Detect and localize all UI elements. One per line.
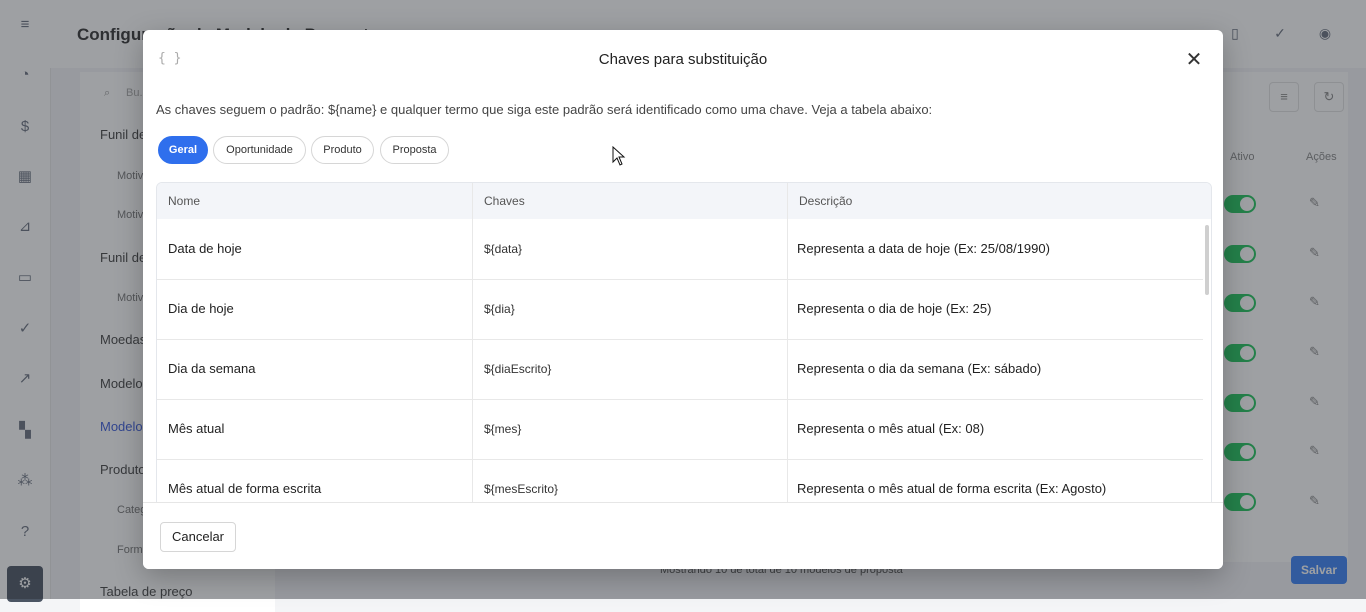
row-name: Dia de hoje — [168, 301, 234, 316]
tab-produto[interactable]: Produto — [311, 136, 374, 164]
row-key: ${mes} — [484, 422, 522, 436]
row-name: Data de hoje — [168, 241, 242, 256]
replacement-keys-modal: { } Chaves para substituição ✕ As chaves… — [143, 30, 1223, 569]
row-description: Representa o mês atual (Ex: 08) — [797, 421, 985, 436]
column-header-descricao: Descrição — [788, 183, 1211, 219]
row-key: ${diaEscrito} — [484, 362, 552, 376]
row-name: Mês atual de forma escrita — [168, 481, 322, 496]
table-row: Dia de hoje ${dia} Representa o dia de h… — [157, 279, 1203, 340]
modal-title: Chaves para substituição — [598, 51, 768, 68]
table-row: Data de hoje ${data} Representa a data d… — [157, 219, 1203, 280]
close-icon[interactable]: ✕ — [1182, 48, 1206, 72]
modal-footer: Cancelar — [143, 502, 1223, 569]
tab-proposta[interactable]: Proposta — [380, 136, 449, 164]
tab-geral[interactable]: Geral — [158, 136, 208, 164]
keys-table: Nome Chaves Descrição Data de hoje ${dat… — [156, 182, 1212, 505]
row-description: Representa o dia de hoje (Ex: 25) — [797, 301, 992, 316]
column-header-nome: Nome — [157, 183, 473, 219]
tab-oportunidade[interactable]: Oportunidade — [213, 136, 306, 164]
mouse-cursor-icon — [612, 146, 626, 166]
row-key: ${data} — [484, 242, 523, 256]
row-description: Representa o dia da semana (Ex: sábado) — [797, 361, 1042, 376]
table-row: Mês atual de forma escrita ${mesEscrito}… — [157, 459, 1203, 504]
table-scrollbar[interactable] — [1205, 225, 1209, 295]
modal-description: As chaves seguem o padrão: ${name} e qua… — [156, 102, 933, 117]
row-key: ${mesEscrito} — [484, 482, 559, 496]
row-key: ${dia} — [484, 302, 515, 316]
row-description: Representa o mês atual de forma escrita … — [797, 481, 1107, 496]
table-row: Mês atual ${mes} Representa o mês atual … — [157, 399, 1203, 460]
row-name: Dia da semana — [168, 361, 256, 376]
row-description: Representa a data de hoje (Ex: 25/08/199… — [797, 241, 1050, 256]
column-header-chaves: Chaves — [473, 183, 788, 219]
cancel-button[interactable]: Cancelar — [160, 522, 236, 552]
table-row: Dia da semana ${diaEscrito} Representa o… — [157, 339, 1203, 400]
row-name: Mês atual — [168, 421, 225, 436]
